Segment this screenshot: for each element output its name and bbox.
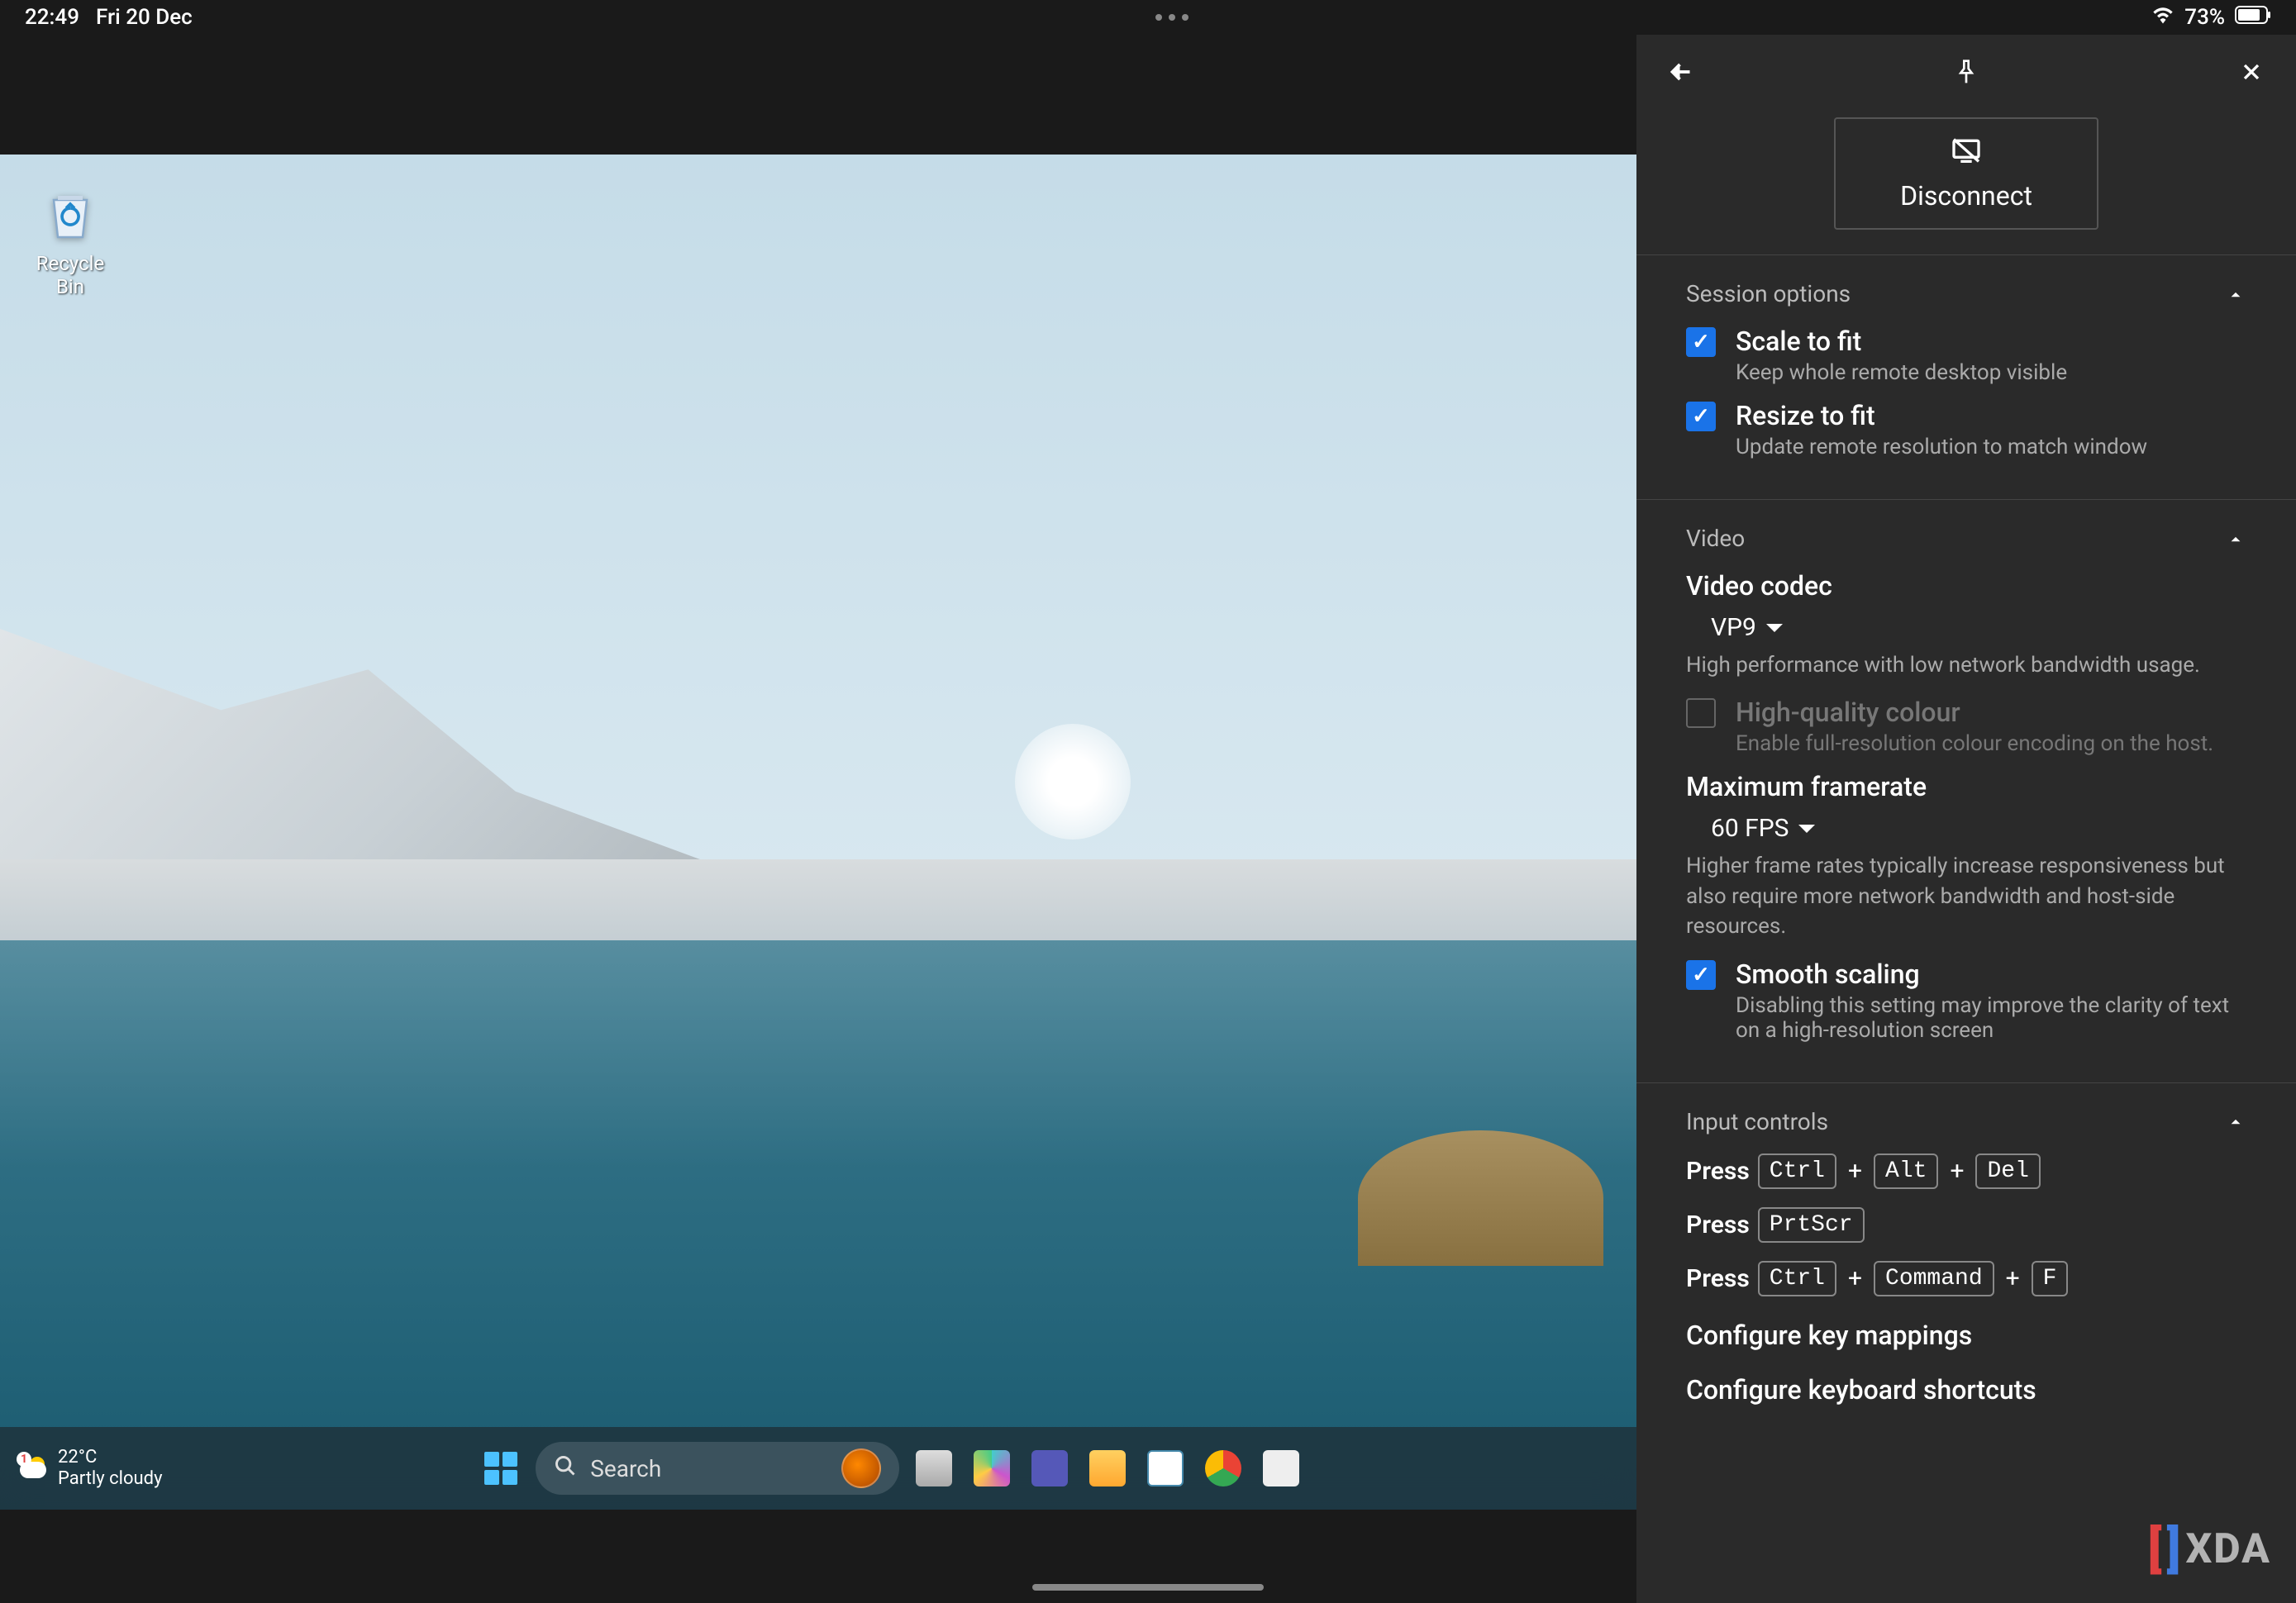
search-placeholder: Search (590, 1455, 661, 1482)
chevron-up-icon (2225, 528, 2246, 549)
weather-desc: Partly cloudy (58, 1468, 163, 1490)
checkbox-smooth-scaling[interactable] (1686, 960, 1716, 990)
video-codec-dropdown[interactable]: VP9 (1711, 613, 2246, 642)
chevron-down-icon (1798, 825, 1815, 833)
codec-help: High performance with low network bandwi… (1686, 650, 2246, 680)
smooth-scaling-label: Smooth scaling (1736, 958, 2246, 990)
search-icon (554, 1454, 577, 1483)
framerate-label: Maximum framerate (1686, 771, 2246, 802)
weather-temp: 22°C (58, 1447, 163, 1468)
search-orb-icon (841, 1448, 881, 1488)
press-ctrl-alt-del[interactable]: Press Ctrl + Alt + Del (1686, 1153, 2246, 1189)
resize-to-fit-label: Resize to fit (1736, 400, 2147, 431)
checkbox-hq-colour[interactable] (1686, 698, 1716, 728)
recycle-bin-icon[interactable]: Recycle Bin (25, 179, 116, 298)
battery-percent: 73% (2184, 5, 2225, 30)
disconnect-icon (1950, 136, 1983, 172)
taskbar-task-view-icon[interactable] (911, 1445, 957, 1491)
chevron-up-icon (2225, 283, 2246, 305)
framerate-dropdown[interactable]: 60 FPS (1711, 814, 2246, 843)
start-button[interactable] (478, 1445, 524, 1491)
checkbox-scale-to-fit[interactable] (1686, 327, 1716, 357)
multitask-dots[interactable] (193, 14, 2152, 21)
scale-to-fit-label: Scale to fit (1736, 326, 2067, 357)
section-session-options: Session options Scale to fit Keep whole … (1636, 254, 2296, 499)
taskbar-search[interactable]: Search (536, 1442, 899, 1495)
smooth-scaling-sub: Disabling this setting may improve the c… (1736, 993, 2246, 1043)
section-header-input[interactable]: Input controls (1686, 1108, 2246, 1135)
configure-keyboard-shortcuts[interactable]: Configure keyboard shortcuts (1686, 1374, 2246, 1406)
framerate-help: Higher frame rates typically increase re… (1686, 851, 2246, 941)
hq-colour-label: High-quality colour (1736, 697, 2213, 728)
section-input-controls: Input controls Press Ctrl + Alt + Del Pr… (1636, 1082, 2296, 1453)
checkbox-resize-to-fit[interactable] (1686, 402, 1716, 431)
disconnect-label: Disconnect (1900, 180, 2032, 212)
session-sidebar: Disconnect Session options Scale to fit … (1636, 35, 2296, 1603)
windows-taskbar: 1 22°C Partly cloudy Search (0, 1427, 1636, 1510)
back-button[interactable] (1661, 52, 1701, 92)
taskbar-chrome-icon[interactable] (1200, 1445, 1246, 1491)
battery-icon (2235, 5, 2271, 30)
resize-to-fit-sub: Update remote resolution to match window (1736, 435, 2147, 459)
video-codec-label: Video codec (1686, 570, 2246, 602)
disconnect-button[interactable]: Disconnect (1834, 117, 2098, 230)
taskbar-explorer-icon[interactable] (1084, 1445, 1131, 1491)
taskbar-app-icon[interactable] (1258, 1445, 1304, 1491)
taskbar-teams-icon[interactable] (1027, 1445, 1073, 1491)
close-button[interactable] (2232, 52, 2271, 92)
press-prtscr[interactable]: Press PrtScr (1686, 1207, 2246, 1243)
section-header-video[interactable]: Video (1686, 525, 2246, 552)
status-bar: 22:49 Fri 20 Dec 73% (0, 0, 2296, 35)
scale-to-fit-sub: Keep whole remote desktop visible (1736, 360, 2067, 385)
wifi-icon (2151, 5, 2175, 30)
chevron-down-icon (1766, 624, 1783, 632)
taskbar-store-icon[interactable] (1142, 1445, 1188, 1491)
remote-wallpaper: Recycle Bin 1 22°C Partly cloudy (0, 155, 1636, 1510)
xda-watermark: [ ] XDA (2148, 1520, 2271, 1578)
recycle-bin-label: Recycle Bin (25, 252, 116, 298)
status-time: 22:49 (25, 5, 79, 30)
taskbar-weather[interactable]: 1 22°C Partly cloudy (17, 1447, 163, 1491)
section-video: Video Video codec VP9 High performance w… (1636, 499, 2296, 1082)
chevron-up-icon (2225, 1111, 2246, 1132)
configure-key-mappings[interactable]: Configure key mappings (1686, 1320, 2246, 1351)
press-ctrl-command-f[interactable]: Press Ctrl + Command + F (1686, 1261, 2246, 1296)
hq-colour-sub: Enable full-resolution colour encoding o… (1736, 731, 2213, 756)
taskbar-copilot-icon[interactable] (969, 1445, 1015, 1491)
section-header-session[interactable]: Session options (1686, 280, 2246, 307)
remote-desktop-area[interactable]: Recycle Bin 1 22°C Partly cloudy (0, 35, 1636, 1603)
status-date: Fri 20 Dec (96, 5, 193, 30)
pin-button[interactable] (1946, 52, 1986, 92)
home-indicator[interactable] (1032, 1584, 1264, 1591)
weather-icon: 1 (17, 1452, 50, 1485)
